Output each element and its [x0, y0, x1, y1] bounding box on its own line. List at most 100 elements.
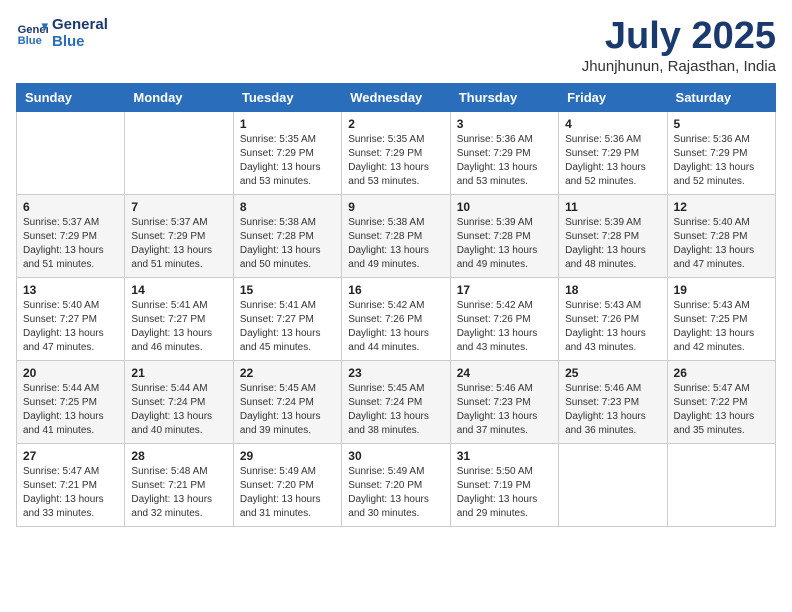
- calendar-cell: 24 Sunrise: 5:46 AM Sunset: 7:23 PM Dayli…: [450, 360, 558, 443]
- day-info: Sunrise: 5:42 AM Sunset: 7:26 PM Dayligh…: [348, 299, 443, 355]
- day-info: Sunrise: 5:47 AM Sunset: 7:22 PM Dayligh…: [674, 382, 769, 438]
- calendar-cell: 13Sunrise: 5:40 AM Sunset: 7:27 PM Dayli…: [17, 277, 125, 360]
- calendar-cell: 5 Sunrise: 5:36 AM Sunset: 7:29 PM Daylig…: [667, 111, 775, 194]
- day-info: Sunrise: 5:39 AM Sunset: 7:28 PM Dayligh…: [565, 216, 660, 272]
- day-info: Sunrise: 5:39 AM Sunset: 7:28 PM Dayligh…: [457, 216, 552, 272]
- subtitle: Jhunjhunun, Rajasthan, India: [582, 58, 776, 75]
- day-info: Sunrise: 5:42 AM Sunset: 7:26 PM Dayligh…: [457, 299, 552, 355]
- calendar-cell: 28Sunrise: 5:48 AM Sunset: 7:21 PM Dayli…: [125, 443, 233, 526]
- day-info: Sunrise: 5:44 AM Sunset: 7:25 PM Dayligh…: [23, 382, 118, 438]
- day-info: Sunrise: 5:41 AM Sunset: 7:27 PM Dayligh…: [240, 299, 335, 355]
- calendar-week-1: 6 Sunrise: 5:37 AM Sunset: 7:29 PM Daylig…: [17, 194, 776, 277]
- calendar-cell: 10Sunrise: 5:39 AM Sunset: 7:28 PM Dayli…: [450, 194, 558, 277]
- calendar-cell: 27Sunrise: 5:47 AM Sunset: 7:21 PM Dayli…: [17, 443, 125, 526]
- day-info: Sunrise: 5:45 AM Sunset: 7:24 PM Dayligh…: [240, 382, 335, 438]
- day-number: 22: [240, 366, 335, 380]
- day-number: 15: [240, 283, 335, 297]
- svg-text:Blue: Blue: [18, 35, 42, 47]
- day-info: Sunrise: 5:49 AM Sunset: 7:20 PM Dayligh…: [240, 465, 335, 521]
- calendar-cell: 16Sunrise: 5:42 AM Sunset: 7:26 PM Dayli…: [342, 277, 450, 360]
- logo-general: General: [52, 16, 108, 33]
- day-info: Sunrise: 5:49 AM Sunset: 7:20 PM Dayligh…: [348, 465, 443, 521]
- calendar-header: SundayMondayTuesdayWednesdayThursdayFrid…: [17, 83, 776, 111]
- page-header: General Blue General Blue July 2025 Jhun…: [16, 16, 776, 75]
- calendar-cell: [559, 443, 667, 526]
- calendar-cell: 1 Sunrise: 5:35 AM Sunset: 7:29 PM Daylig…: [233, 111, 341, 194]
- day-info: Sunrise: 5:36 AM Sunset: 7:29 PM Dayligh…: [674, 133, 769, 189]
- calendar-cell: 9 Sunrise: 5:38 AM Sunset: 7:28 PM Daylig…: [342, 194, 450, 277]
- day-number: 4: [565, 117, 660, 131]
- calendar-cell: 7Sunrise: 5:37 AM Sunset: 7:29 PM Daylig…: [125, 194, 233, 277]
- day-info: Sunrise: 5:45 AM Sunset: 7:24 PM Dayligh…: [348, 382, 443, 438]
- day-number: 6: [23, 200, 118, 214]
- day-number: 5: [674, 117, 769, 131]
- day-info: Sunrise: 5:43 AM Sunset: 7:25 PM Dayligh…: [674, 299, 769, 355]
- calendar-cell: 20 Sunrise: 5:44 AM Sunset: 7:25 PM Dayli…: [17, 360, 125, 443]
- day-number: 8: [240, 200, 335, 214]
- day-number: 3: [457, 117, 552, 131]
- calendar-cell: 25 Sunrise: 5:46 AM Sunset: 7:23 PM Dayli…: [559, 360, 667, 443]
- day-number: 11: [565, 200, 660, 214]
- day-info: Sunrise: 5:40 AM Sunset: 7:27 PM Dayligh…: [23, 299, 118, 355]
- day-number: 17: [457, 283, 552, 297]
- day-number: 26: [674, 366, 769, 380]
- calendar-cell: 11 Sunrise: 5:39 AM Sunset: 7:28 PM Dayli…: [559, 194, 667, 277]
- calendar-week-0: 1 Sunrise: 5:35 AM Sunset: 7:29 PM Daylig…: [17, 111, 776, 194]
- column-header-tuesday: Tuesday: [233, 83, 341, 111]
- day-number: 27: [23, 449, 118, 463]
- day-info: Sunrise: 5:50 AM Sunset: 7:19 PM Dayligh…: [457, 465, 552, 521]
- calendar-cell: [17, 111, 125, 194]
- logo-blue: Blue: [52, 33, 108, 50]
- column-header-monday: Monday: [125, 83, 233, 111]
- calendar-week-2: 13Sunrise: 5:40 AM Sunset: 7:27 PM Dayli…: [17, 277, 776, 360]
- day-info: Sunrise: 5:38 AM Sunset: 7:28 PM Dayligh…: [348, 216, 443, 272]
- day-info: Sunrise: 5:46 AM Sunset: 7:23 PM Dayligh…: [565, 382, 660, 438]
- day-number: 19: [674, 283, 769, 297]
- day-number: 29: [240, 449, 335, 463]
- column-header-saturday: Saturday: [667, 83, 775, 111]
- calendar-cell: 26 Sunrise: 5:47 AM Sunset: 7:22 PM Dayli…: [667, 360, 775, 443]
- column-header-thursday: Thursday: [450, 83, 558, 111]
- calendar-cell: [667, 443, 775, 526]
- day-number: 25: [565, 366, 660, 380]
- day-number: 24: [457, 366, 552, 380]
- calendar-week-3: 20 Sunrise: 5:44 AM Sunset: 7:25 PM Dayli…: [17, 360, 776, 443]
- day-info: Sunrise: 5:35 AM Sunset: 7:29 PM Dayligh…: [240, 133, 335, 189]
- calendar-cell: 2Sunrise: 5:35 AM Sunset: 7:29 PM Daylig…: [342, 111, 450, 194]
- day-info: Sunrise: 5:46 AM Sunset: 7:23 PM Dayligh…: [457, 382, 552, 438]
- calendar-cell: 15 Sunrise: 5:41 AM Sunset: 7:27 PM Dayli…: [233, 277, 341, 360]
- day-info: Sunrise: 5:37 AM Sunset: 7:29 PM Dayligh…: [23, 216, 118, 272]
- calendar-week-4: 27Sunrise: 5:47 AM Sunset: 7:21 PM Dayli…: [17, 443, 776, 526]
- calendar-cell: 31Sunrise: 5:50 AM Sunset: 7:19 PM Dayli…: [450, 443, 558, 526]
- day-number: 9: [348, 200, 443, 214]
- calendar-cell: 19 Sunrise: 5:43 AM Sunset: 7:25 PM Dayli…: [667, 277, 775, 360]
- day-number: 30: [348, 449, 443, 463]
- day-number: 14: [131, 283, 226, 297]
- day-info: Sunrise: 5:43 AM Sunset: 7:26 PM Dayligh…: [565, 299, 660, 355]
- day-number: 2: [348, 117, 443, 131]
- day-number: 23: [348, 366, 443, 380]
- day-info: Sunrise: 5:48 AM Sunset: 7:21 PM Dayligh…: [131, 465, 226, 521]
- day-number: 18: [565, 283, 660, 297]
- calendar-cell: 8Sunrise: 5:38 AM Sunset: 7:28 PM Daylig…: [233, 194, 341, 277]
- day-number: 12: [674, 200, 769, 214]
- calendar-cell: 29 Sunrise: 5:49 AM Sunset: 7:20 PM Dayli…: [233, 443, 341, 526]
- calendar-cell: 12Sunrise: 5:40 AM Sunset: 7:28 PM Dayli…: [667, 194, 775, 277]
- calendar-cell: 18 Sunrise: 5:43 AM Sunset: 7:26 PM Dayli…: [559, 277, 667, 360]
- calendar-cell: 6 Sunrise: 5:37 AM Sunset: 7:29 PM Daylig…: [17, 194, 125, 277]
- calendar-cell: 14Sunrise: 5:41 AM Sunset: 7:27 PM Dayli…: [125, 277, 233, 360]
- day-number: 20: [23, 366, 118, 380]
- day-info: Sunrise: 5:44 AM Sunset: 7:24 PM Dayligh…: [131, 382, 226, 438]
- main-title: July 2025: [582, 16, 776, 58]
- title-block: July 2025 Jhunjhunun, Rajasthan, India: [582, 16, 776, 75]
- calendar-table: SundayMondayTuesdayWednesdayThursdayFrid…: [16, 83, 776, 527]
- day-number: 1: [240, 117, 335, 131]
- logo: General Blue General Blue: [16, 16, 108, 50]
- calendar-cell: 22 Sunrise: 5:45 AM Sunset: 7:24 PM Dayli…: [233, 360, 341, 443]
- calendar-cell: 23 Sunrise: 5:45 AM Sunset: 7:24 PM Dayli…: [342, 360, 450, 443]
- calendar-cell: 4Sunrise: 5:36 AM Sunset: 7:29 PM Daylig…: [559, 111, 667, 194]
- day-number: 7: [131, 200, 226, 214]
- column-header-sunday: Sunday: [17, 83, 125, 111]
- calendar-body: 1 Sunrise: 5:35 AM Sunset: 7:29 PM Daylig…: [17, 111, 776, 526]
- day-number: 21: [131, 366, 226, 380]
